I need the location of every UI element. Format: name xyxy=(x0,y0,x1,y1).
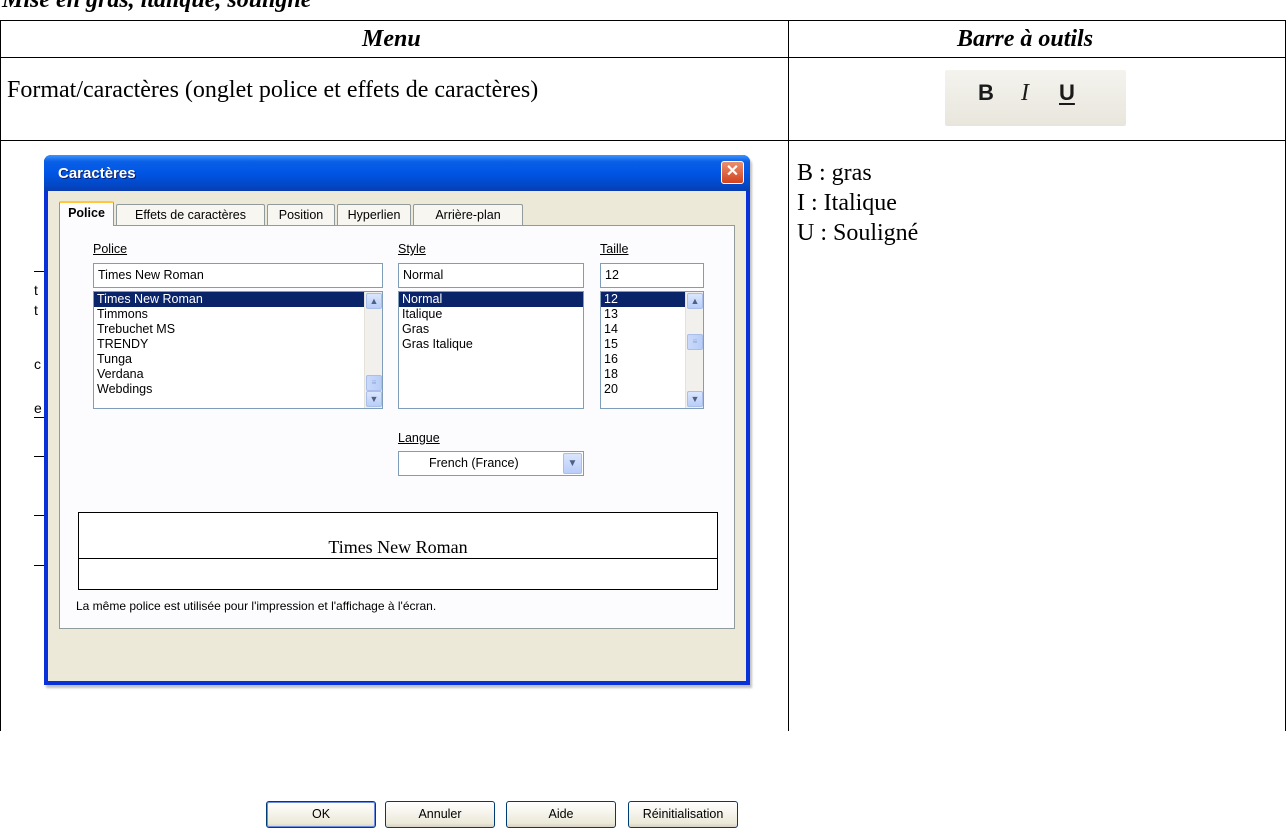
bold-button[interactable]: B xyxy=(978,80,994,106)
style-label: Style xyxy=(398,242,426,256)
close-icon[interactable]: ✕ xyxy=(721,161,744,184)
underline-button[interactable]: U xyxy=(1059,80,1075,106)
tab-police[interactable]: Police xyxy=(59,201,114,226)
scroll-down-icon[interactable]: ▼ xyxy=(687,391,703,407)
list-item[interactable]: Timmons xyxy=(94,307,382,322)
italic-button[interactable]: I xyxy=(1021,80,1029,106)
size-label: Taille xyxy=(600,242,629,256)
background-line xyxy=(34,271,44,272)
tab-effets[interactable]: Effets de caractères xyxy=(116,204,265,225)
note-underline: U : Souligné xyxy=(797,220,919,246)
scroll-up-icon[interactable]: ▲ xyxy=(366,293,382,309)
background-fragment: e xyxy=(34,400,42,416)
characters-dialog: Caractères ✕ Police Effets de caractères… xyxy=(44,155,750,828)
tab-hyperlien[interactable]: Hyperlien xyxy=(337,204,411,225)
background-line xyxy=(34,515,44,516)
list-item[interactable]: Italique xyxy=(399,307,583,322)
table-border xyxy=(0,20,1,731)
preview-label: Times New Roman xyxy=(326,537,470,557)
list-item[interactable]: Tunga xyxy=(94,352,382,367)
info-text: La même police est utilisée pour l'impre… xyxy=(76,599,437,613)
header-menu: Menu xyxy=(362,26,421,52)
chevron-down-icon[interactable]: ▼ xyxy=(563,453,582,474)
preview-text: Times New Roman xyxy=(79,537,717,558)
scroll-down-icon[interactable]: ▼ xyxy=(366,391,382,407)
size-scrollbar[interactable]: ▲ ≡ ▼ xyxy=(685,292,703,408)
style-input[interactable]: Normal xyxy=(398,263,584,288)
tab-arriere-plan[interactable]: Arrière-plan xyxy=(413,204,523,225)
background-line xyxy=(34,456,44,457)
font-name-input[interactable]: Times New Roman xyxy=(93,263,383,288)
list-item[interactable]: Trebuchet MS xyxy=(94,322,382,337)
background-line xyxy=(34,417,44,418)
header-toolbar: Barre à outils xyxy=(957,26,1094,52)
dialog-title: Caractères xyxy=(58,165,136,182)
scroll-thumb[interactable]: ≡ xyxy=(366,375,382,391)
tab-position[interactable]: Position xyxy=(267,204,335,225)
table-border xyxy=(788,20,789,731)
table-border xyxy=(0,20,1286,21)
note-bold: B : gras xyxy=(797,160,872,186)
menu-path-text: Format/caractères (onglet police et effe… xyxy=(7,77,539,103)
font-label: Police xyxy=(93,242,128,256)
reset-button[interactable]: Réinitialisation xyxy=(628,801,738,828)
table-border xyxy=(0,140,1286,141)
list-item[interactable]: Webdings xyxy=(94,382,382,397)
language-label: Langue xyxy=(398,431,440,445)
background-fragment: t xyxy=(34,302,38,318)
background-line xyxy=(34,565,44,566)
font-listbox[interactable]: Times New Roman Timmons Trebuchet MS TRE… xyxy=(93,291,383,409)
list-item[interactable]: Gras Italique xyxy=(399,337,583,352)
note-italic: I : Italique xyxy=(797,190,897,216)
preview-baseline xyxy=(79,558,717,559)
dialog-body: Police Effets de caractères Position Hyp… xyxy=(48,191,746,828)
background-fragment: t xyxy=(34,282,38,298)
font-scrollbar[interactable]: ▲ ≡ ▼ xyxy=(364,292,382,408)
background-fragment: c xyxy=(34,356,41,372)
cancel-button[interactable]: Annuler xyxy=(385,801,495,828)
notes-list: B : gras I : Italique U : Souligné xyxy=(797,158,918,248)
help-button[interactable]: Aide xyxy=(506,801,616,828)
table-border xyxy=(0,57,1286,58)
scroll-thumb[interactable]: ≡ xyxy=(687,334,703,350)
list-item[interactable]: Times New Roman xyxy=(94,292,382,307)
list-item[interactable]: TRENDY xyxy=(94,337,382,352)
list-item[interactable]: Verdana xyxy=(94,367,382,382)
formatting-toolbar: B I U xyxy=(945,70,1126,126)
font-preview: Times New Roman xyxy=(78,512,718,590)
style-listbox[interactable]: Normal Italique Gras Gras Italique xyxy=(398,291,584,409)
size-input[interactable]: 12 xyxy=(600,263,704,288)
size-listbox[interactable]: 12 13 14 15 16 18 20 ▲ ≡ ▼ xyxy=(600,291,704,409)
ok-button[interactable]: OK xyxy=(266,801,376,828)
dialog-titlebar[interactable]: Caractères ✕ xyxy=(44,155,750,191)
language-value: French (France) xyxy=(429,456,519,470)
scroll-up-icon[interactable]: ▲ xyxy=(687,293,703,309)
language-select[interactable]: French (France) ▼ xyxy=(398,451,584,476)
list-item[interactable]: Normal xyxy=(399,292,583,307)
list-item[interactable]: Gras xyxy=(399,322,583,337)
